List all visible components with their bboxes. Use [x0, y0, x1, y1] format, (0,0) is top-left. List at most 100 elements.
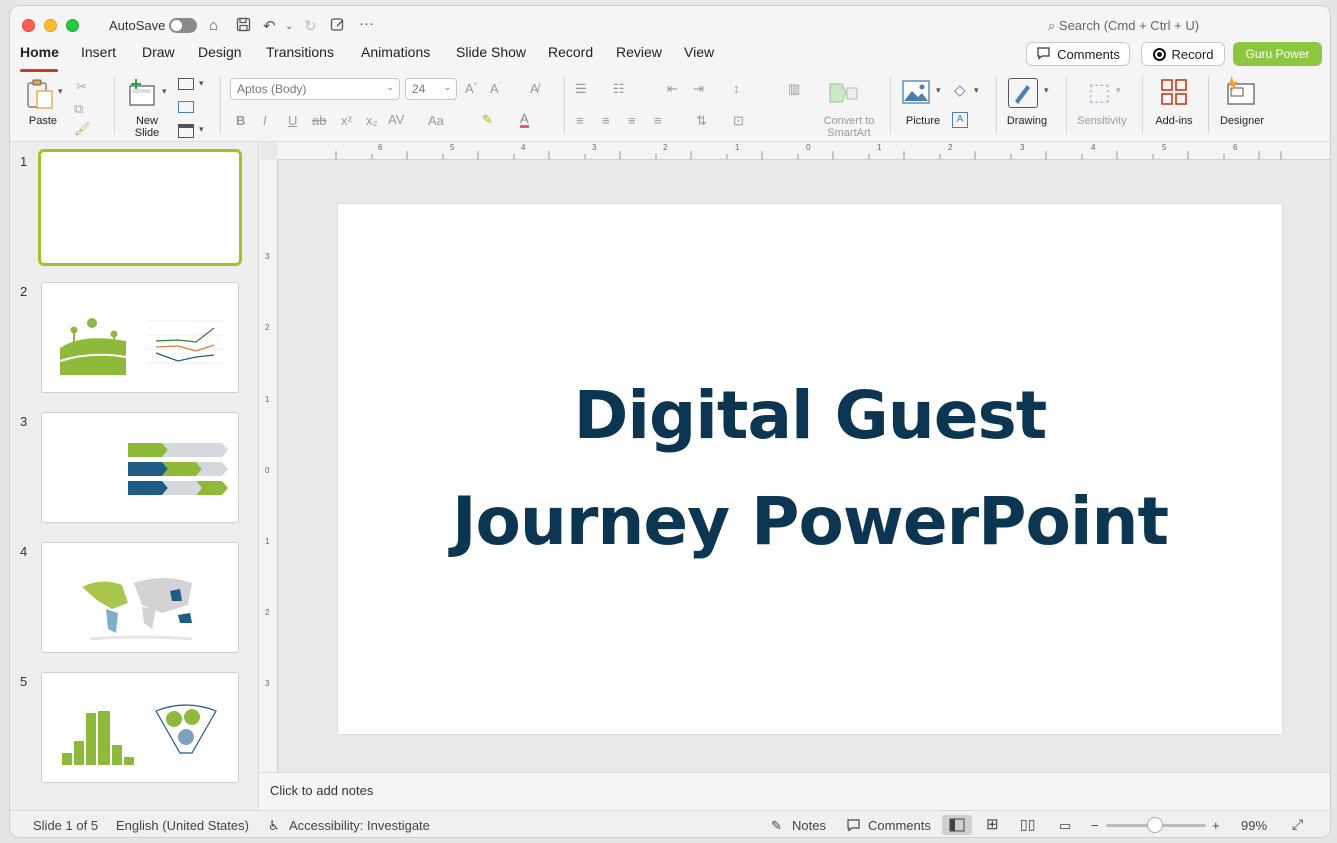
zoom-in-icon[interactable]: +	[1212, 818, 1220, 833]
new-slide-dropdown-icon[interactable]: ▾	[162, 86, 167, 97]
comments-status-icon[interactable]	[846, 818, 861, 835]
designer-icon[interactable]	[1224, 76, 1256, 111]
font-size-select[interactable]: 24 ⌄	[405, 78, 457, 100]
bullets-icon[interactable]: ☰	[575, 81, 587, 97]
align-center-icon[interactable]: ≡	[602, 113, 610, 128]
cut-icon[interactable]: ✂	[76, 79, 87, 95]
notes-toggle[interactable]: Notes	[792, 818, 826, 833]
slide-thumbnail-1[interactable]	[38, 149, 242, 266]
decrease-indent-icon[interactable]: ⇤	[667, 81, 678, 97]
align-right-icon[interactable]: ≡	[628, 113, 636, 128]
tab-transitions[interactable]: Transitions	[266, 44, 334, 60]
copy-icon[interactable]: ⧉	[74, 101, 83, 117]
customize-toolbar-icon[interactable]	[330, 17, 346, 36]
sensitivity-dropdown-icon[interactable]: ▾	[1116, 85, 1121, 96]
accessibility-icon[interactable]: ♿︎	[268, 818, 280, 834]
zoom-out-icon[interactable]: −	[1091, 818, 1099, 833]
more-icon[interactable]: ···	[359, 15, 374, 32]
font-color-icon[interactable]: A	[520, 112, 529, 128]
highlight-icon[interactable]: ✎	[482, 112, 493, 128]
layout-icon[interactable]	[178, 78, 194, 90]
italic-icon[interactable]: I	[263, 113, 267, 128]
numbering-icon[interactable]: ☷	[613, 81, 625, 97]
record-button[interactable]: Record	[1141, 42, 1225, 66]
add-ins-icon[interactable]	[1160, 78, 1188, 111]
section-icon[interactable]	[178, 124, 194, 138]
tab-record[interactable]: Record	[548, 44, 593, 60]
guru-power-button[interactable]: Guru Power	[1233, 42, 1322, 66]
columns-icon[interactable]: ▥	[788, 81, 800, 97]
change-case-icon[interactable]: Aa	[428, 113, 444, 128]
superscript-icon[interactable]: x²	[341, 113, 352, 128]
layout-dropdown-icon[interactable]: ▾	[199, 78, 204, 89]
shapes-icon[interactable]: ◇	[954, 81, 966, 99]
slide-thumbnail-2[interactable]	[41, 282, 239, 393]
tab-animations[interactable]: Animations	[361, 44, 430, 60]
tab-review[interactable]: Review	[616, 44, 662, 60]
picture-icon[interactable]	[902, 80, 930, 109]
accessibility-status[interactable]: Accessibility: Investigate	[289, 818, 430, 833]
smartart-icon[interactable]	[828, 82, 858, 109]
align-left-icon[interactable]: ≡	[576, 113, 584, 128]
text-box-icon[interactable]: A	[952, 112, 968, 128]
drawing-icon[interactable]	[1008, 78, 1038, 108]
slide-thumbnail-4[interactable]	[41, 542, 239, 653]
close-window-button[interactable]	[22, 19, 35, 32]
zoom-slider-thumb[interactable]	[1147, 817, 1163, 833]
align-text-icon[interactable]: ⊡	[733, 113, 744, 129]
slide-show-view-icon[interactable]: ▭	[1059, 818, 1071, 834]
new-slide-icon[interactable]	[128, 78, 158, 113]
shapes-dropdown-icon[interactable]: ▾	[974, 85, 979, 96]
font-name-select[interactable]: Aptos (Body) ⌄	[230, 78, 400, 100]
text-direction-icon[interactable]: ⇅	[696, 113, 707, 129]
slide-thumbnail-3[interactable]	[41, 412, 239, 523]
zoom-level[interactable]: 99%	[1241, 818, 1267, 833]
save-icon[interactable]	[236, 17, 251, 36]
slide-title[interactable]: Digital Guest Journey PowerPoint	[452, 363, 1169, 575]
format-painter-icon[interactable]: 🖌	[74, 121, 91, 137]
redo-icon[interactable]: ↻	[304, 17, 317, 35]
undo-dropdown-icon[interactable]: ⌄	[285, 21, 293, 32]
justify-icon[interactable]: ≡	[654, 113, 662, 128]
slide-thumbnail-5[interactable]	[41, 672, 239, 783]
increase-font-icon[interactable]: A^	[465, 81, 477, 96]
minimize-window-button[interactable]	[44, 19, 57, 32]
search-box[interactable]: ⌕ Search (Cmd + Ctrl + U)	[1048, 18, 1199, 34]
comments-toggle[interactable]: Comments	[868, 818, 931, 833]
undo-icon[interactable]: ↶	[263, 17, 276, 35]
clear-formatting-icon[interactable]: A̸	[530, 81, 539, 96]
fit-to-window-icon[interactable]: ⤢	[1292, 816, 1303, 833]
autosave-toggle[interactable]	[169, 18, 197, 33]
reading-view-icon[interactable]: ▯▯	[1020, 816, 1035, 833]
increase-indent-icon[interactable]: ⇥	[693, 81, 704, 97]
picture-dropdown-icon[interactable]: ▾	[936, 85, 941, 96]
slide-sorter-view-icon[interactable]: ⊞	[986, 815, 999, 833]
underline-icon[interactable]: U	[288, 113, 297, 128]
character-spacing-icon[interactable]: AV	[388, 112, 404, 127]
paste-icon[interactable]	[24, 78, 56, 115]
sensitivity-icon[interactable]: ⬚	[1088, 78, 1111, 107]
reset-icon[interactable]	[178, 101, 194, 113]
subscript-icon[interactable]: x₂	[366, 113, 378, 128]
line-spacing-icon[interactable]: ↕	[733, 81, 740, 96]
notes-icon[interactable]: ✎	[771, 818, 782, 834]
zoom-window-button[interactable]	[66, 19, 79, 32]
comments-button[interactable]: Comments	[1026, 42, 1130, 66]
decrease-font-icon[interactable]: Aˇ	[490, 81, 501, 96]
home-icon[interactable]: ⌂	[209, 17, 218, 34]
current-slide[interactable]: Digital Guest Journey PowerPoint	[337, 203, 1283, 735]
tab-slide-show[interactable]: Slide Show	[456, 44, 526, 60]
language-indicator[interactable]: English (United States)	[116, 818, 249, 833]
normal-view-button[interactable]	[942, 815, 972, 835]
notes-pane[interactable]: Click to add notes	[260, 772, 1330, 810]
tab-design[interactable]: Design	[198, 44, 242, 60]
strikethrough-icon[interactable]: ab	[312, 113, 326, 128]
tab-insert[interactable]: Insert	[81, 44, 116, 60]
tab-home[interactable]: Home	[20, 44, 59, 60]
paste-dropdown-icon[interactable]: ▾	[58, 86, 63, 97]
tab-view[interactable]: View	[684, 44, 714, 60]
bold-icon[interactable]: B	[236, 113, 245, 128]
section-dropdown-icon[interactable]: ▾	[199, 124, 204, 135]
drawing-dropdown-icon[interactable]: ▾	[1044, 85, 1049, 96]
tab-draw[interactable]: Draw	[142, 44, 175, 60]
